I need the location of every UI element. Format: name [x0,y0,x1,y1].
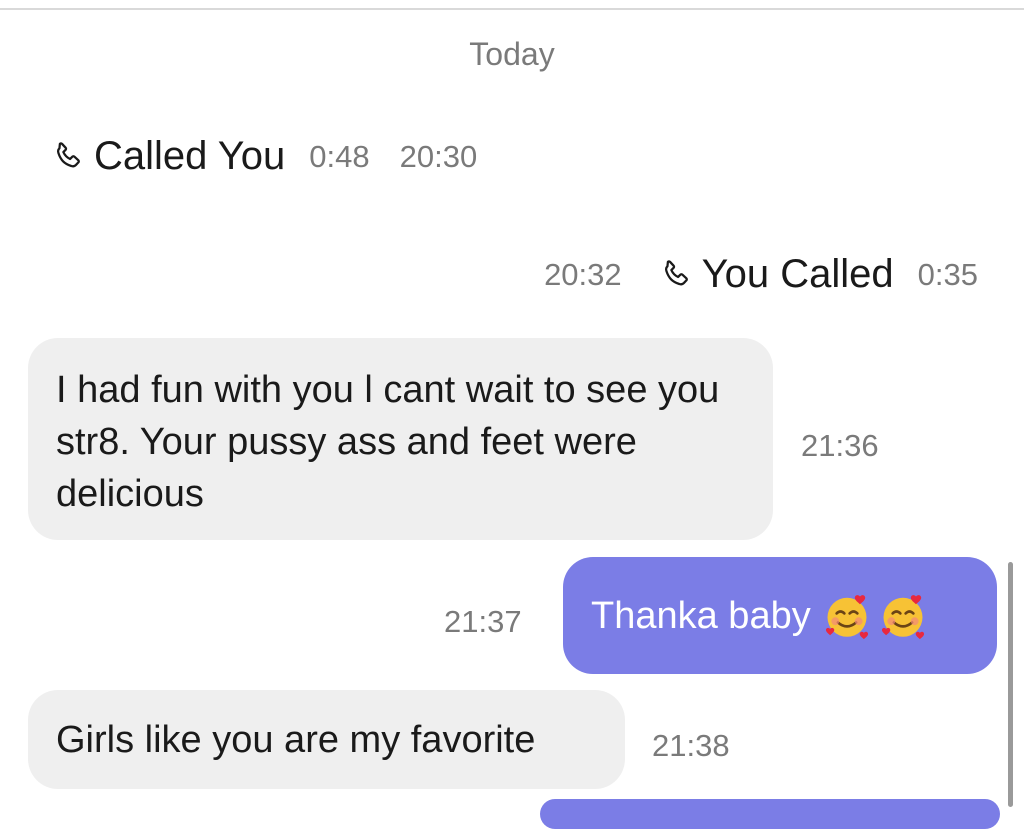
call-log-incoming[interactable]: Called You 0:48 20:30 [50,134,477,179]
message-bubble-incoming[interactable]: I had fun with you l cant wait to see yo… [28,338,773,540]
call-label: You Called [701,252,894,296]
call-duration: 0:35 [917,256,978,292]
call-timestamp: 20:30 [399,138,478,174]
emoji-group [821,590,929,642]
phone-icon [664,259,688,285]
date-separator: Today [469,36,555,72]
message-timestamp: 21:37 [444,604,522,639]
call-duration: 0:48 [309,138,370,174]
message-text: I had fun with you l cant wait to see yo… [56,369,720,515]
message-text: Girls like you are my favorite [56,718,536,761]
call-timestamp: 20:32 [544,256,622,292]
message-text: Thanka baby [591,594,811,637]
message-timestamp: 21:38 [652,728,730,763]
scrollbar[interactable] [1008,562,1013,807]
smiling-face-with-hearts-icon [825,594,868,639]
call-label: Called You [94,134,286,178]
message-timestamp: 21:36 [801,428,879,463]
message-bubble-incoming[interactable]: Girls like you are my favorite [28,690,625,789]
smiling-face-with-hearts-icon [881,594,924,639]
call-log-outgoing[interactable]: 20:32 You Called 0:35 [544,252,978,297]
message-bubble-outgoing-partial[interactable] [540,799,1000,829]
message-bubble-outgoing[interactable]: Thanka baby [563,557,997,674]
top-divider [0,8,1024,10]
phone-icon [57,141,80,167]
